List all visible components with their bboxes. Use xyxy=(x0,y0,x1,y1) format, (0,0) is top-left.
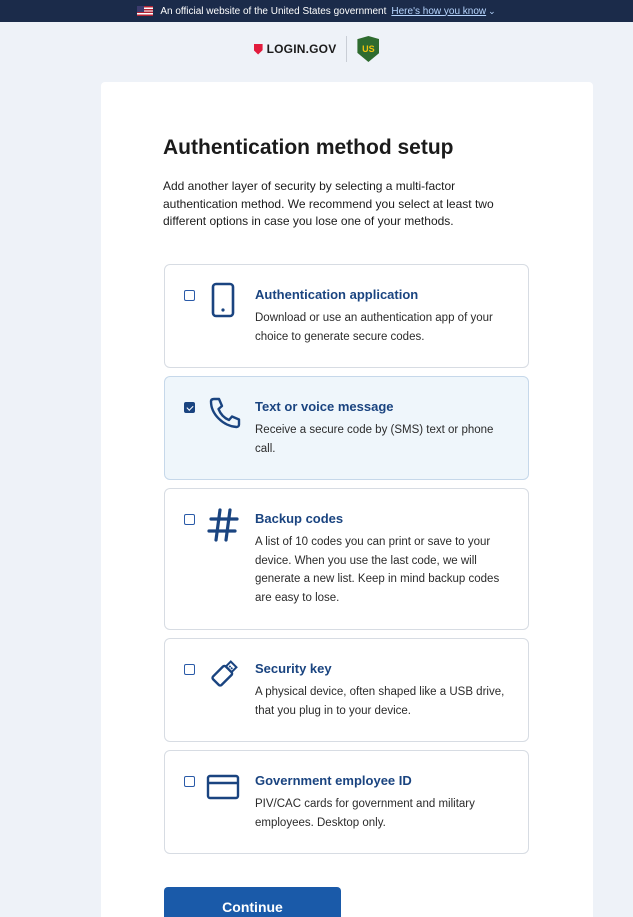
page-title: Authentication method setup xyxy=(163,136,454,159)
option-checkbox[interactable] xyxy=(184,290,195,301)
option-title: Security key xyxy=(255,661,332,676)
heres-how-you-know-link[interactable]: Here's how you know xyxy=(391,6,486,17)
option-checkbox[interactable] xyxy=(184,514,195,525)
phone-device-icon xyxy=(205,281,241,321)
id-card-icon xyxy=(205,767,241,807)
option-checkbox[interactable] xyxy=(184,664,195,675)
option-description: Receive a secure code by (SMS) text or p… xyxy=(255,424,494,455)
option-title: Backup codes xyxy=(255,511,344,526)
option-security-key[interactable]: Security key A physical device, often sh… xyxy=(164,638,529,742)
option-description: A physical device, often shaped like a U… xyxy=(255,686,505,717)
gov-banner: An official website of the United States… xyxy=(0,0,633,22)
logo-bar: LOGIN.GOV US xyxy=(0,24,633,74)
logo-divider xyxy=(346,36,348,62)
option-description: PIV/CAC cards for government and militar… xyxy=(255,798,475,829)
option-backup-codes[interactable]: Backup codes A list of 10 codes you can … xyxy=(164,488,529,630)
chevron-down-icon[interactable]: ⌄ xyxy=(488,6,496,17)
option-title: Government employee ID xyxy=(255,773,412,788)
us-flag-icon xyxy=(137,6,154,16)
page-intro: Add another layer of security by selecti… xyxy=(163,179,494,228)
login-gov-logo: LOGIN.GOV xyxy=(253,42,337,56)
partner-badge-text: US xyxy=(362,44,375,54)
option-checkbox[interactable] xyxy=(184,402,195,413)
usb-key-icon xyxy=(205,655,241,695)
option-text-or-voice-message[interactable]: Text or voice message Receive a secure c… xyxy=(164,376,529,480)
option-title: Text or voice message xyxy=(255,399,394,414)
option-description: Download or use an authentication app of… xyxy=(255,312,493,343)
forest-service-shield-icon: US xyxy=(357,36,380,62)
option-authentication-application[interactable]: Authentication application Download or u… xyxy=(164,264,529,368)
setup-card: Authentication method setup Add another … xyxy=(101,82,593,917)
option-title: Authentication application xyxy=(255,287,419,302)
option-government-employee-id[interactable]: Government employee ID PIV/CAC cards for… xyxy=(164,750,529,854)
phone-handset-icon xyxy=(205,393,241,433)
login-gov-logo-text: LOGIN.GOV xyxy=(266,42,337,56)
option-checkbox[interactable] xyxy=(184,776,195,787)
hashtag-icon xyxy=(205,505,241,545)
option-description: A list of 10 codes you can print or save… xyxy=(255,536,500,604)
gov-banner-text: An official website of the United States… xyxy=(160,5,387,17)
login-shield-icon xyxy=(253,43,263,55)
continue-button[interactable]: Continue xyxy=(164,887,341,917)
